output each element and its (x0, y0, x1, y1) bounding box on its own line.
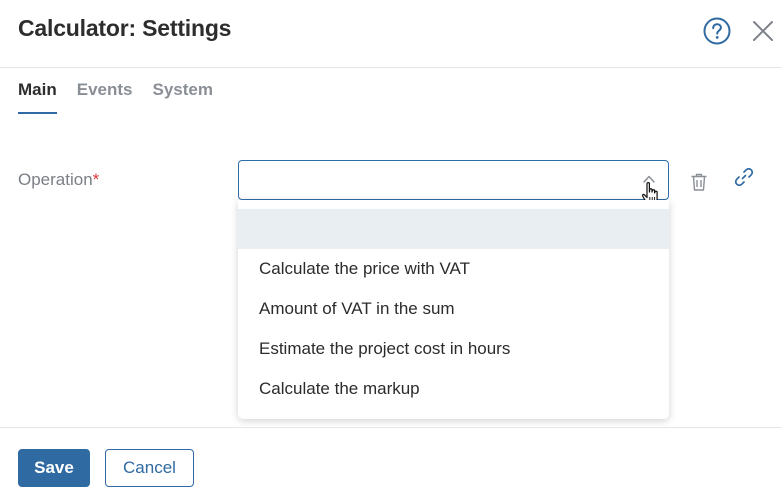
dialog-footer: Save Cancel (0, 427, 781, 499)
dropdown-option[interactable]: Estimate the project cost in hours (238, 329, 669, 369)
save-button[interactable]: Save (18, 449, 90, 487)
operation-label: Operation* (18, 170, 99, 190)
delete-button[interactable] (690, 172, 708, 192)
tab-events[interactable]: Events (77, 80, 133, 114)
dialog-header: Calculator: Settings (0, 0, 781, 68)
close-button[interactable] (750, 18, 776, 44)
link-icon (734, 167, 754, 187)
dropdown-option[interactable]: Amount of VAT in the sum (238, 289, 669, 329)
required-marker: * (92, 170, 100, 189)
help-button[interactable] (702, 16, 732, 46)
trash-icon (691, 173, 707, 191)
tab-system[interactable]: System (152, 80, 212, 114)
dropdown-option-empty[interactable] (238, 209, 669, 249)
operation-dropdown-list: Calculate the price with VAT Amount of V… (238, 200, 669, 419)
operation-select[interactable] (238, 160, 669, 200)
dialog-title: Calculator: Settings (18, 15, 232, 41)
operation-label-text: Operation (18, 170, 93, 189)
link-button[interactable] (734, 167, 754, 187)
help-icon (703, 17, 731, 45)
cancel-button[interactable]: Cancel (105, 449, 194, 487)
tab-bar: Main Events System (18, 80, 213, 116)
dropdown-option[interactable]: Calculate the price with VAT (238, 249, 669, 289)
close-icon (753, 21, 773, 41)
tab-main[interactable]: Main (18, 80, 57, 114)
dropdown-option[interactable]: Calculate the markup (238, 369, 669, 409)
